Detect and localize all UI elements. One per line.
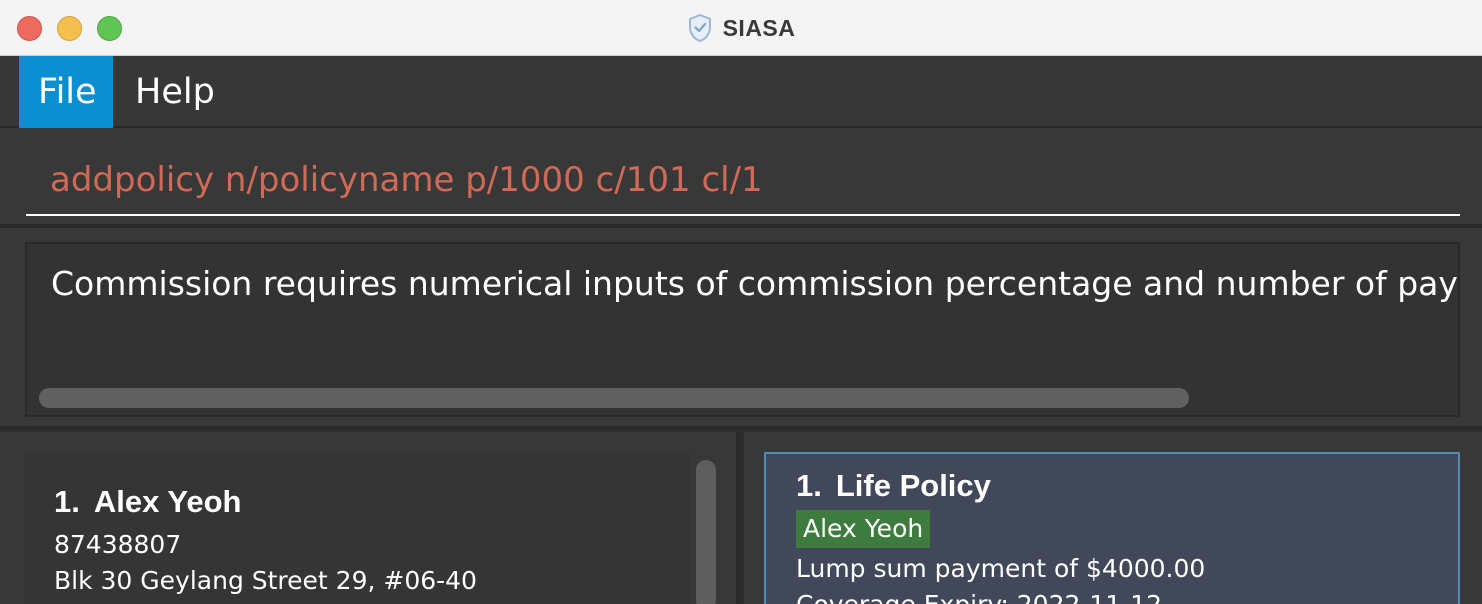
- title-bar: SIASA: [0, 0, 1482, 56]
- window-title-group: SIASA: [0, 0, 1482, 56]
- person-index: 1.: [54, 484, 80, 519]
- policy-index: 1.: [796, 468, 822, 503]
- vertical-scrollbar[interactable]: [696, 460, 716, 604]
- person-header: 1. Alex Yeoh: [54, 484, 241, 520]
- policy-coverage-expiry: Coverage Expiry: 2022-11-12: [796, 590, 1162, 604]
- app-window: SIASA File Help Commission requires nume…: [0, 0, 1482, 604]
- command-box-area: [0, 128, 1482, 228]
- command-input[interactable]: [26, 146, 1460, 216]
- result-display-area: Commission requires numerical inputs of …: [0, 228, 1482, 430]
- policy-header: 1. Life Policy: [796, 468, 991, 504]
- shield-check-icon: [688, 13, 711, 43]
- result-display[interactable]: Commission requires numerical inputs of …: [25, 242, 1460, 417]
- policy-list-panel: 1. Life Policy Alex Yeoh Lump sum payment…: [744, 432, 1482, 604]
- person-list-panel: 1. Alex Yeoh 87438807 Blk 30 Geylang Stre…: [0, 432, 740, 604]
- person-card[interactable]: 1. Alex Yeoh 87438807 Blk 30 Geylang Stre…: [24, 452, 690, 604]
- person-address: Blk 30 Geylang Street 29, #06-40: [54, 566, 477, 595]
- result-message: Commission requires numerical inputs of …: [51, 264, 1460, 303]
- policy-payment: Lump sum payment of $4000.00: [796, 554, 1206, 583]
- menu-help[interactable]: Help: [116, 56, 234, 128]
- menu-file[interactable]: File: [19, 56, 113, 128]
- person-phone: 87438807: [54, 530, 182, 559]
- window-title: SIASA: [722, 14, 796, 41]
- person-name: Alex Yeoh: [93, 484, 242, 519]
- policy-card[interactable]: 1. Life Policy Alex Yeoh Lump sum payment…: [764, 452, 1460, 604]
- policy-title: Life Policy: [835, 468, 991, 503]
- horizontal-scrollbar[interactable]: [39, 388, 1189, 408]
- policy-owner-tag: Alex Yeoh: [796, 510, 931, 548]
- menu-bar: File Help: [0, 56, 1482, 128]
